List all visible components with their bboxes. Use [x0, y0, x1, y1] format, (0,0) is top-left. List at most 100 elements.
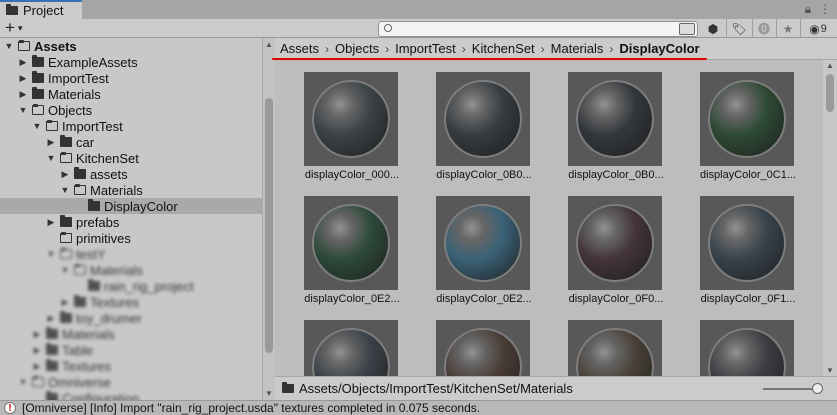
tree-item[interactable]: ▶ Textures: [0, 358, 262, 374]
tree-item[interactable]: ▶ Textures: [0, 294, 262, 310]
expand-arrow-right-icon[interactable]: ▶: [18, 57, 28, 68]
expand-arrow-down-icon[interactable]: ▼: [60, 265, 70, 275]
scroll-up-icon[interactable]: ▲: [826, 61, 834, 70]
status-message: [Omniverse] [Info] Import "rain_rig_proj…: [22, 401, 481, 415]
slider-knob[interactable]: [812, 383, 823, 394]
tree-item[interactable]: ▼ Materials: [0, 262, 262, 278]
material-asset[interactable]: displayColor_0E2...: [429, 196, 539, 305]
tree-item[interactable]: ▼ KitchenSet: [0, 150, 262, 166]
tree-item[interactable]: ▼ Omniverse: [0, 374, 262, 390]
create-button[interactable]: + ▾: [5, 19, 22, 36]
scroll-down-icon[interactable]: ▼: [265, 389, 273, 398]
expand-arrow-right-icon[interactable]: ▶: [46, 137, 56, 148]
expand-arrow-down-icon[interactable]: ▼: [46, 249, 56, 259]
favorites-star-icon[interactable]: ★: [777, 20, 799, 37]
tree-item[interactable]: rain_rig_project: [0, 278, 262, 294]
folder-open-icon: [74, 264, 86, 275]
folder-icon: [46, 391, 58, 400]
tree-item[interactable]: ▶ car: [0, 134, 262, 150]
grid-scrollbar[interactable]: ▲ ▼: [823, 60, 837, 376]
folder-open-icon: [46, 120, 58, 131]
tree-item[interactable]: ▶ Materials: [0, 86, 262, 102]
expand-arrow-down-icon[interactable]: ▼: [4, 41, 14, 51]
folder-icon: [46, 343, 58, 355]
material-asset[interactable]: displayColor_0B0...: [561, 72, 671, 181]
material-sphere: [312, 328, 390, 376]
breadcrumb-item[interactable]: Assets: [280, 41, 319, 56]
material-asset[interactable]: displayColor_0C1...: [693, 72, 803, 181]
expand-arrow-right-icon[interactable]: ▶: [32, 361, 42, 372]
expand-arrow-right-icon[interactable]: ▶: [32, 345, 42, 356]
breadcrumb-item[interactable]: ImportTest: [395, 41, 456, 56]
thumbnail-size-slider[interactable]: [763, 383, 823, 394]
expand-arrow-right-icon[interactable]: ▶: [60, 297, 70, 308]
expand-arrow-right-icon[interactable]: ▶: [46, 313, 56, 324]
tree-item[interactable]: Configuration: [0, 390, 262, 400]
material-sphere: [312, 80, 390, 158]
folder-open-icon: [60, 248, 72, 259]
tree-item[interactable]: ▶ prefabs: [0, 214, 262, 230]
breadcrumb-item[interactable]: Materials: [551, 41, 604, 56]
expand-arrow-down-icon[interactable]: ▼: [46, 153, 56, 163]
filter-by-type-icon[interactable]: ⬢: [702, 20, 724, 37]
folder-icon: [60, 135, 72, 147]
tree-item[interactable]: ▼ Materials: [0, 182, 262, 198]
search-filter-icon[interactable]: [679, 23, 695, 35]
expand-arrow-down-icon[interactable]: ▼: [60, 185, 70, 195]
material-asset[interactable]: displayColor_0F0...: [561, 196, 671, 305]
tree-item[interactable]: ▶ ExampleAssets: [0, 54, 262, 70]
material-asset[interactable]: displayColor_000...: [297, 72, 407, 181]
tree-item[interactable]: ▶ Materials: [0, 326, 262, 342]
expand-arrow-right-icon[interactable]: ▶: [60, 169, 70, 180]
filter-by-label-icon[interactable]: 🏷︎: [728, 20, 750, 37]
chevron-right-icon: ›: [540, 41, 545, 56]
current-path: Assets/Objects/ImportTest/KitchenSet/Mat…: [299, 381, 573, 396]
folder-icon: [32, 55, 44, 67]
expand-arrow-down-icon[interactable]: ▼: [18, 377, 28, 387]
tree-scrollbar[interactable]: ▲ ▼: [262, 38, 274, 400]
tree-item-label: ImportTest: [62, 118, 123, 134]
scroll-down-icon[interactable]: ▼: [826, 366, 834, 375]
hidden-packages-button[interactable]: ◉ 9: [801, 20, 835, 37]
tree-item[interactable]: DisplayColor: [0, 198, 262, 214]
material-asset[interactable]: displayColor_0B0...: [429, 72, 539, 181]
breadcrumb-item[interactable]: Objects: [335, 41, 379, 56]
material-asset[interactable]: [693, 320, 803, 376]
hidden-count: 9: [820, 22, 827, 35]
tree-item[interactable]: ▶ ImportTest: [0, 70, 262, 86]
tree-item[interactable]: ▶ assets: [0, 166, 262, 182]
annotation-underline: [272, 58, 707, 60]
tree-item[interactable]: primitives: [0, 230, 262, 246]
tree-scroll-thumb[interactable]: [265, 98, 273, 353]
expand-arrow-right-icon[interactable]: ▶: [18, 89, 28, 100]
material-sphere: [576, 204, 654, 282]
expand-arrow-right-icon[interactable]: ▶: [18, 73, 28, 84]
status-bar[interactable]: ! [Omniverse] [Info] Import "rain_rig_pr…: [0, 400, 837, 415]
breadcrumb-item[interactable]: KitchenSet: [472, 41, 535, 56]
folder-open-icon: [60, 152, 72, 163]
tree-item[interactable]: ▶ Table: [0, 342, 262, 358]
expand-arrow-down-icon[interactable]: ▼: [32, 121, 42, 131]
tree-item-label: DisplayColor: [104, 198, 178, 214]
tab-project[interactable]: Project: [0, 0, 82, 19]
expand-arrow-down-icon[interactable]: ▼: [18, 105, 28, 115]
more-icon[interactable]: ⋮: [819, 2, 831, 17]
scroll-up-icon[interactable]: ▲: [265, 40, 273, 49]
tree-item[interactable]: ▼ testY: [0, 246, 262, 262]
lock-icon[interactable]: 🔒︎: [805, 2, 811, 17]
material-asset[interactable]: displayColor_0F1...: [693, 196, 803, 305]
tree-item[interactable]: ▼ ImportTest: [0, 118, 262, 134]
search-input[interactable]: [378, 21, 698, 37]
package-info-icon[interactable]: ⓿: [753, 20, 775, 37]
material-asset[interactable]: [561, 320, 671, 376]
material-asset[interactable]: [297, 320, 407, 376]
material-asset[interactable]: [429, 320, 539, 376]
material-asset[interactable]: displayColor_0E2...: [297, 196, 407, 305]
tree-item[interactable]: ▼ Objects: [0, 102, 262, 118]
breadcrumb-item[interactable]: DisplayColor: [619, 41, 699, 56]
tree-item[interactable]: ▼ Assets: [0, 38, 262, 54]
grid-scroll-thumb[interactable]: [826, 74, 834, 112]
expand-arrow-right-icon[interactable]: ▶: [32, 329, 42, 340]
tree-item[interactable]: ▶ toy_drumer: [0, 310, 262, 326]
expand-arrow-right-icon[interactable]: ▶: [46, 217, 56, 228]
